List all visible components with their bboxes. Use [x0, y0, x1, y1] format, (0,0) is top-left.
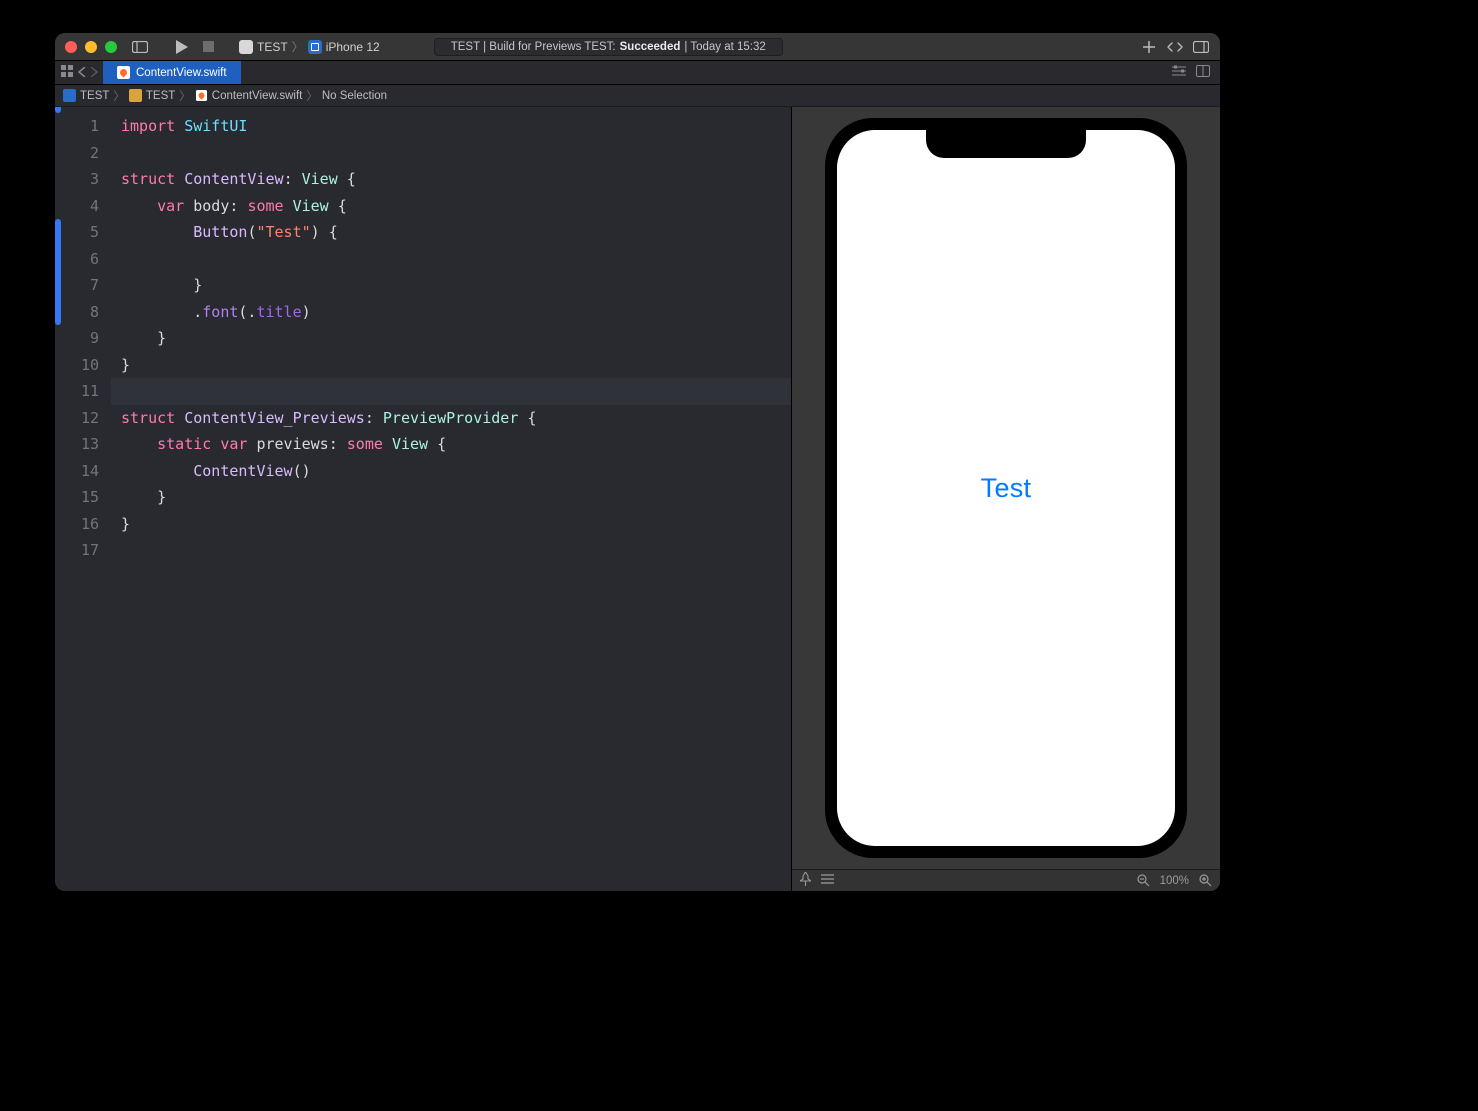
pin-preview-icon[interactable] — [800, 872, 811, 889]
device-icon — [308, 40, 322, 54]
code-line[interactable]: } — [111, 325, 791, 352]
line-number: 8 — [61, 299, 111, 326]
device-screen[interactable]: Test — [837, 130, 1175, 846]
code-line[interactable]: } — [111, 511, 791, 538]
line-number: 3 — [61, 166, 111, 193]
code-line[interactable]: import SwiftUI — [111, 113, 791, 140]
related-items-icon[interactable] — [61, 65, 74, 81]
window-controls — [65, 41, 117, 53]
tab-filename: ContentView.swift — [136, 67, 227, 79]
code-line[interactable] — [111, 537, 791, 564]
line-number: 4 — [61, 193, 111, 220]
code-editor[interactable]: 1234567891011121314151617 import SwiftUI… — [55, 107, 791, 891]
zoom-window-button[interactable] — [105, 41, 117, 53]
forward-button[interactable] — [90, 66, 98, 80]
main-split: 1234567891011121314151617 import SwiftUI… — [55, 107, 1220, 891]
line-number: 15 — [61, 484, 111, 511]
device-name: iPhone 12 — [326, 40, 380, 54]
code-line[interactable] — [111, 378, 791, 405]
close-window-button[interactable] — [65, 41, 77, 53]
line-number: 2 — [61, 140, 111, 167]
line-number: 11 — [61, 378, 111, 405]
zoom-level[interactable]: 100% — [1160, 875, 1189, 887]
toggle-navigator-icon[interactable] — [131, 38, 149, 56]
preview-button-test[interactable]: Test — [981, 473, 1032, 504]
activity-time: | Today at 15:32 — [684, 41, 765, 53]
back-button[interactable] — [78, 66, 86, 80]
swift-file-icon — [196, 90, 207, 101]
change-indicator — [55, 219, 61, 325]
line-number: 5 — [61, 219, 111, 246]
line-number: 16 — [61, 511, 111, 538]
preview-canvas[interactable]: Test — [792, 107, 1220, 869]
code-area[interactable]: import SwiftUI struct ContentView: View … — [111, 107, 791, 891]
stop-button[interactable] — [199, 38, 217, 56]
code-review-button[interactable] — [1166, 38, 1184, 56]
line-number: 6 — [61, 246, 111, 273]
path-project[interactable]: TEST — [80, 90, 109, 102]
line-number: 7 — [61, 272, 111, 299]
jump-bar[interactable]: TEST 〉 TEST 〉 ContentView.swift 〉 No Sel… — [55, 85, 1220, 107]
chevron-right-icon: 〉 — [179, 88, 191, 104]
line-number: 14 — [61, 458, 111, 485]
preview-options-icon[interactable] — [821, 874, 834, 887]
code-line[interactable]: } — [111, 352, 791, 379]
project-icon — [63, 89, 76, 102]
zoom-in-button[interactable] — [1199, 874, 1212, 887]
line-number: 9 — [61, 325, 111, 352]
toggle-inspector-icon[interactable] — [1192, 38, 1210, 56]
adjust-editor-options-icon[interactable] — [1172, 65, 1186, 80]
preview-toolbar: 100% — [792, 869, 1220, 891]
run-button[interactable] — [173, 38, 191, 56]
line-number: 12 — [61, 405, 111, 432]
change-bar-gutter — [55, 107, 61, 891]
code-line[interactable]: .font(.title) — [111, 299, 791, 326]
chevron-right-icon: 〉 — [113, 88, 125, 104]
swift-file-icon — [117, 66, 130, 79]
line-number: 10 — [61, 352, 111, 379]
tab-bar: ContentView.swift — [55, 61, 1220, 85]
jump-controls — [55, 61, 103, 84]
path-file[interactable]: ContentView.swift — [212, 90, 303, 102]
toolbar: TEST 〉 iPhone 12 TEST | Build for Previe… — [55, 33, 1220, 61]
change-indicator — [55, 107, 61, 113]
code-line[interactable]: } — [111, 484, 791, 511]
activity-status: Succeeded — [620, 41, 681, 53]
path-selection[interactable]: No Selection — [322, 90, 387, 102]
chevron-right-icon: 〉 — [292, 38, 304, 55]
path-folder[interactable]: TEST — [146, 90, 175, 102]
preview-panel: Test 100% — [791, 107, 1220, 891]
device-notch — [926, 130, 1086, 158]
activity-prefix: TEST | Build for Previews TEST: — [451, 41, 616, 53]
code-line[interactable]: static var previews: some View { — [111, 431, 791, 458]
library-button[interactable] — [1140, 38, 1158, 56]
xcode-window: TEST 〉 iPhone 12 TEST | Build for Previe… — [55, 33, 1220, 891]
folder-icon — [129, 89, 142, 102]
line-number-gutter: 1234567891011121314151617 — [61, 107, 111, 891]
minimize-window-button[interactable] — [85, 41, 97, 53]
scheme-name: TEST — [257, 40, 288, 54]
code-line[interactable] — [111, 140, 791, 167]
code-line[interactable]: struct ContentView: View { — [111, 166, 791, 193]
code-line[interactable]: var body: some View { — [111, 193, 791, 220]
code-line[interactable]: struct ContentView_Previews: PreviewProv… — [111, 405, 791, 432]
line-number: 1 — [61, 113, 111, 140]
code-line[interactable] — [111, 246, 791, 273]
code-line[interactable]: ContentView() — [111, 458, 791, 485]
activity-view[interactable]: TEST | Build for Previews TEST: Succeede… — [434, 38, 783, 56]
code-line[interactable]: Button("Test") { — [111, 219, 791, 246]
tab-contentview[interactable]: ContentView.swift — [103, 61, 241, 84]
device-frame: Test — [825, 118, 1187, 858]
zoom-out-button[interactable] — [1137, 874, 1150, 887]
line-number: 13 — [61, 431, 111, 458]
code-line[interactable]: } — [111, 272, 791, 299]
add-editor-icon[interactable] — [1196, 65, 1210, 80]
line-number: 17 — [61, 537, 111, 564]
app-icon — [239, 40, 253, 54]
chevron-right-icon: 〉 — [306, 88, 318, 104]
scheme-selector[interactable]: TEST 〉 iPhone 12 — [239, 38, 380, 55]
